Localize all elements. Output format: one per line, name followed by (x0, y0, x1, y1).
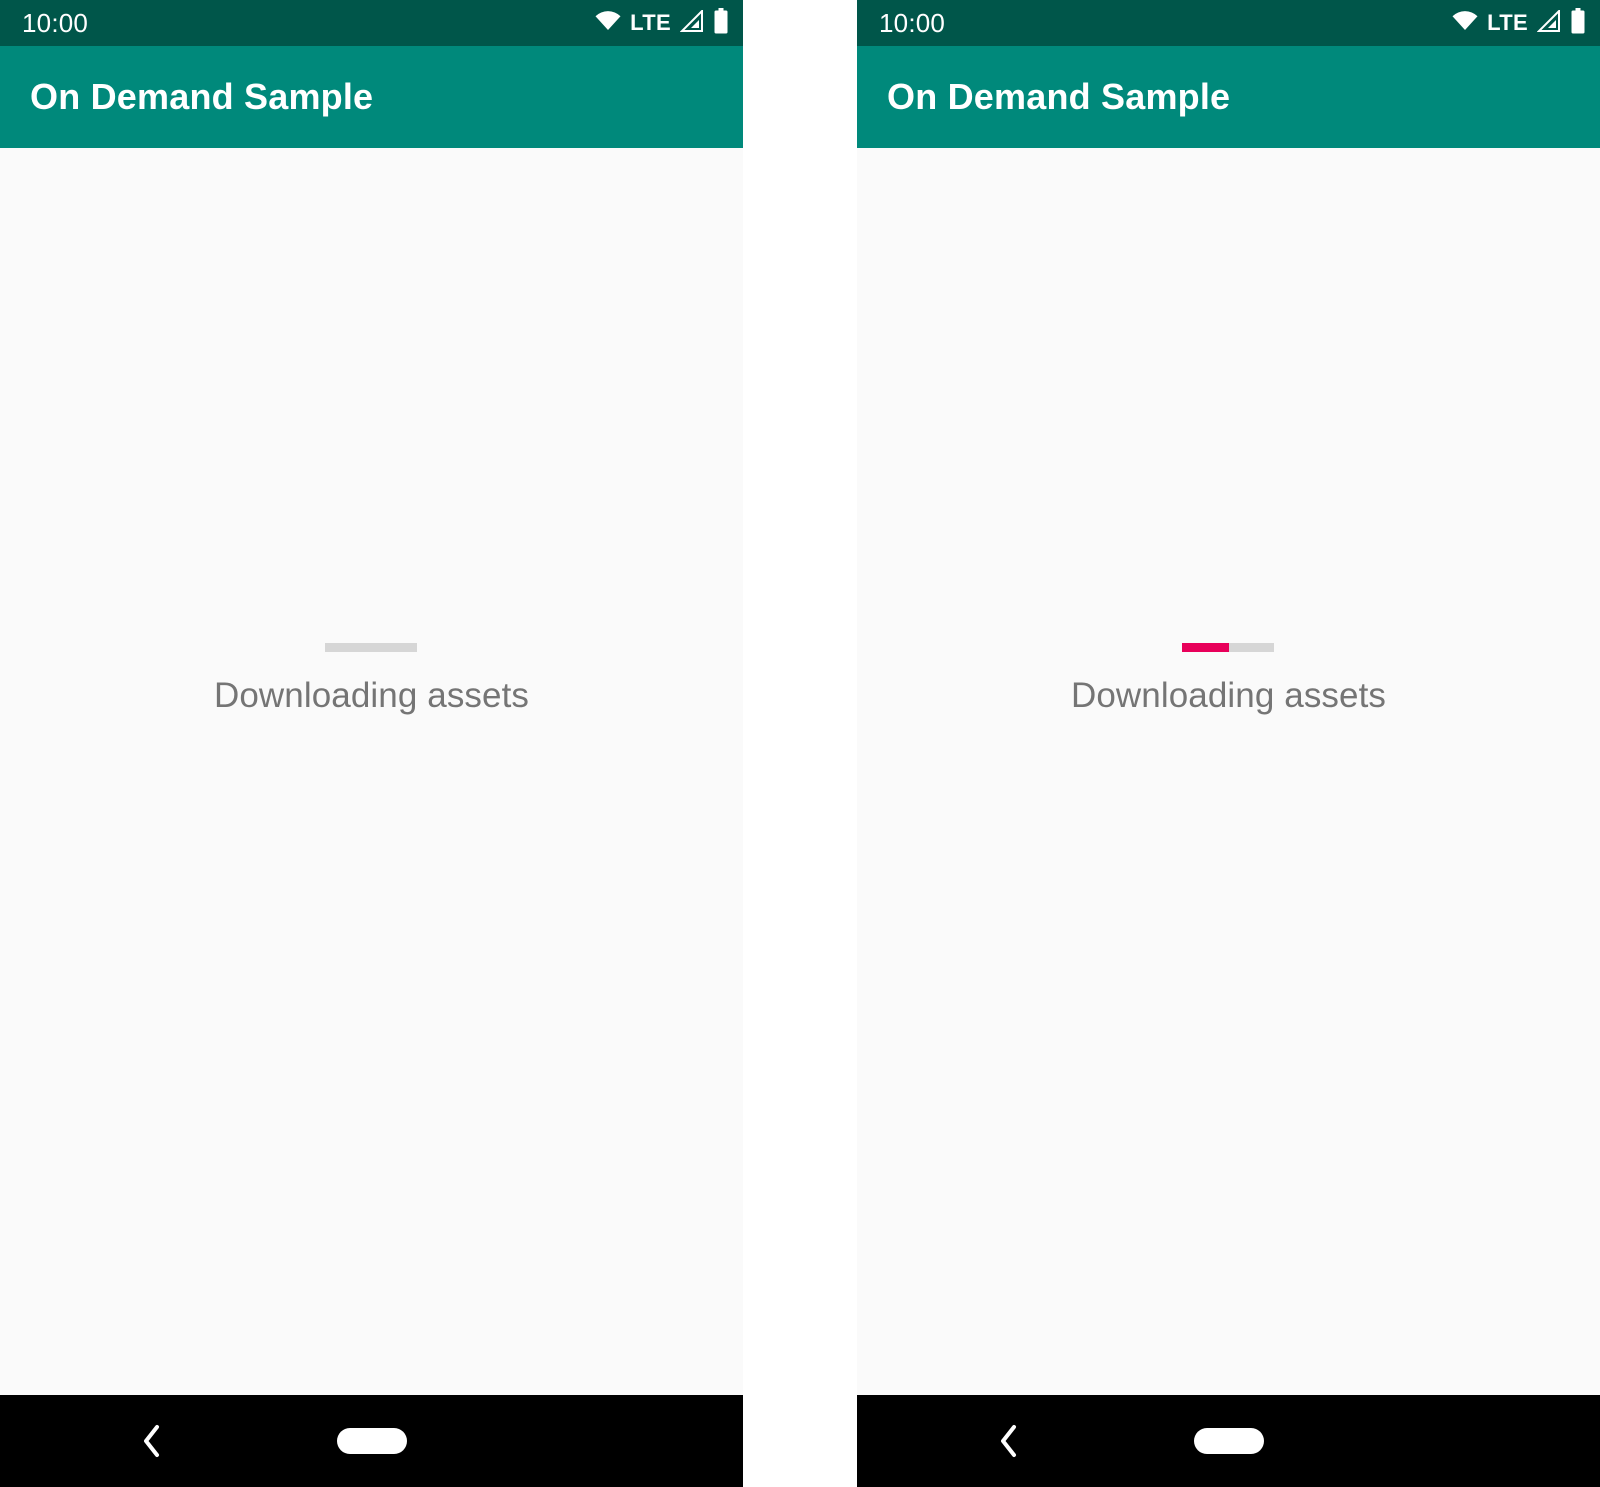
phone-screen-left: 10:00 LTE On Demand Sample Downloading a… (0, 0, 743, 1487)
nav-home-pill[interactable] (1193, 1428, 1264, 1454)
nav-back-icon[interactable] (989, 1421, 1029, 1461)
lte-label: LTE (630, 10, 671, 35)
download-status-label: Downloading assets (213, 675, 530, 715)
signal-icon (1536, 8, 1561, 37)
download-progress-fill (1182, 642, 1230, 652)
wifi-icon (595, 10, 621, 36)
nav-back-icon[interactable] (132, 1421, 172, 1461)
status-bar-clock: 10:00 (22, 8, 89, 38)
download-status-block: Downloading assets (213, 642, 530, 717)
wifi-icon (1452, 10, 1478, 36)
app-bar: On Demand Sample (0, 46, 743, 148)
screenshot-divider (743, 0, 857, 1487)
phone-screen-right: 10:00 LTE On Demand Sample Downloading a… (857, 0, 1600, 1487)
app-bar-title: On Demand Sample (887, 76, 1231, 117)
nav-home-pill[interactable] (336, 1428, 407, 1454)
status-bar-clock: 10:00 (879, 8, 946, 38)
download-progress-bar (325, 642, 418, 652)
status-bar-icons: LTE (595, 7, 729, 39)
download-status-block: Downloading assets (1070, 642, 1387, 717)
system-nav-bar (0, 1395, 743, 1487)
status-bar-icons: LTE (1452, 7, 1586, 39)
system-nav-bar (857, 1395, 1600, 1487)
app-bar-title: On Demand Sample (30, 76, 374, 117)
download-progress-bar (1182, 642, 1275, 652)
status-bar: 10:00 LTE (0, 0, 743, 46)
content-area: Downloading assets (857, 148, 1600, 1395)
battery-icon (713, 7, 729, 39)
battery-icon (1570, 7, 1586, 39)
status-bar: 10:00 LTE (857, 0, 1600, 46)
screenshot-pair: 10:00 LTE On Demand Sample Downloading a… (0, 0, 1600, 1487)
signal-icon (679, 8, 704, 37)
app-bar: On Demand Sample (857, 46, 1600, 148)
content-area: Downloading assets (0, 148, 743, 1395)
download-status-label: Downloading assets (1070, 675, 1387, 715)
lte-label: LTE (1487, 10, 1528, 35)
